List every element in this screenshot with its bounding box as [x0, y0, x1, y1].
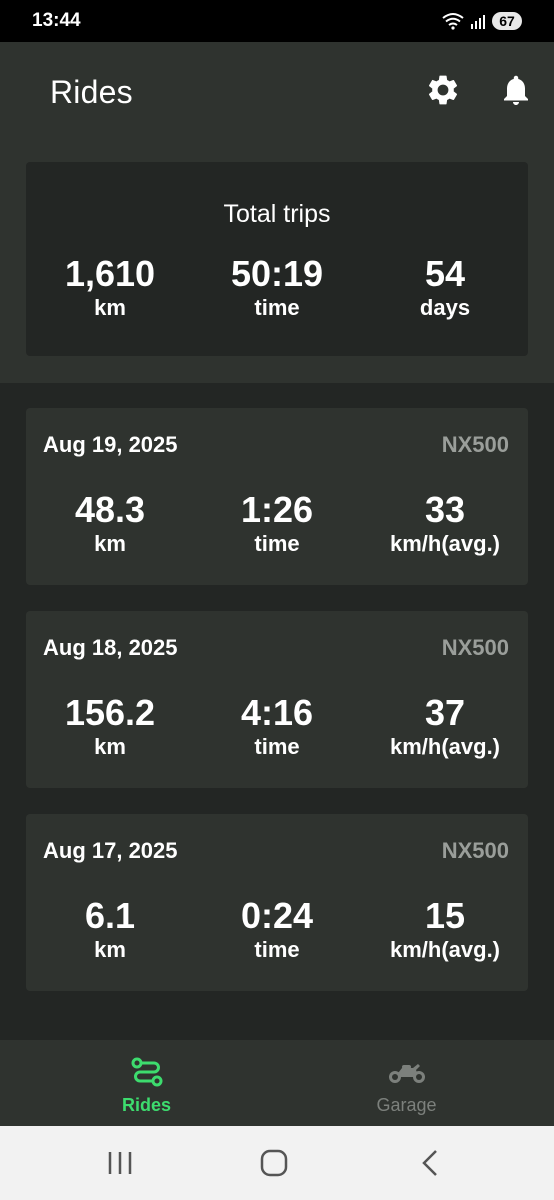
route-icon — [131, 1057, 162, 1087]
page-title: Rides — [50, 74, 133, 110]
ride-time-stat: 0:24 time — [193, 896, 361, 964]
ride-speed-stat: 15 km/h(avg.) — [361, 896, 529, 964]
ride-time-stat: 4:16 time — [193, 693, 361, 761]
stat-label: days — [419, 295, 471, 320]
nav-item-garage[interactable]: Garage — [268, 1040, 545, 1126]
ride-speed-stat: 33 km/h(avg.) — [361, 490, 529, 558]
stat-value: 37 — [424, 692, 466, 733]
ride-date: Aug 19, 2025 — [43, 432, 178, 457]
status-bar: 13:44 67 — [0, 0, 554, 42]
total-time-stat: 50:19 time — [193, 254, 361, 322]
stat-value: 156.2 — [64, 692, 156, 733]
stat-value: 54 — [424, 253, 466, 294]
ride-distance-stat: 6.1 km — [26, 896, 194, 964]
stat-value: 1:26 — [240, 489, 314, 530]
ride-distance-stat: 48.3 km — [26, 490, 194, 558]
stat-value: 4:16 — [240, 692, 314, 733]
ride-date: Aug 18, 2025 — [43, 635, 178, 660]
home-icon[interactable] — [254, 1148, 294, 1178]
ride-speed-stat: 37 km/h(avg.) — [361, 693, 529, 761]
ride-card[interactable]: Aug 19, 2025 NX500 48.3 km 1:26 time 33 … — [26, 408, 528, 585]
back-icon[interactable] — [410, 1148, 450, 1178]
nav-label-rides: Rides — [121, 1095, 172, 1115]
motorcycle-icon — [388, 1064, 425, 1083]
signal-icon — [471, 15, 485, 29]
nav-item-rides[interactable]: Rides — [8, 1040, 285, 1126]
gear-icon[interactable] — [425, 72, 461, 108]
bell-icon[interactable] — [498, 72, 534, 108]
stat-label: time — [254, 295, 300, 320]
battery-indicator: 67 — [492, 12, 522, 30]
stat-label: km — [94, 937, 126, 962]
recent-apps-icon[interactable] — [100, 1148, 140, 1178]
total-trips-card: Total trips 1,610 km 50:19 time 54 days — [26, 162, 528, 356]
ride-distance-stat: 156.2 km — [26, 693, 194, 761]
stat-value: 48.3 — [74, 489, 146, 530]
stat-label: km/h(avg.) — [389, 531, 501, 556]
stat-label: time — [254, 734, 300, 759]
nav-label-garage: Garage — [376, 1095, 437, 1115]
stat-value: 1,610 — [64, 253, 156, 294]
stat-value: 0:24 — [240, 895, 314, 936]
ride-card[interactable]: Aug 17, 2025 NX500 6.1 km 0:24 time 15 k… — [26, 814, 528, 991]
header: Rides Total trips 1,610 km 50:19 time 54… — [0, 42, 554, 383]
stat-value: 33 — [424, 489, 466, 530]
total-trips-title: Total trips — [223, 200, 331, 228]
stat-value: 50:19 — [230, 253, 324, 294]
ride-bike: NX500 — [441, 635, 509, 660]
wifi-icon — [442, 13, 464, 30]
status-time: 13:44 — [32, 10, 81, 31]
total-days-stat: 54 days — [361, 254, 529, 322]
stat-label: km/h(avg.) — [389, 734, 501, 759]
stat-label: km — [94, 295, 126, 320]
stat-value: 15 — [424, 895, 466, 936]
system-navigation-bar — [0, 1126, 554, 1200]
ride-date: Aug 17, 2025 — [43, 838, 178, 863]
status-icons: 67 — [442, 12, 522, 30]
stat-label: km — [94, 531, 126, 556]
ride-time-stat: 1:26 time — [193, 490, 361, 558]
stat-label: time — [254, 531, 300, 556]
stat-label: km/h(avg.) — [389, 937, 501, 962]
ride-bike: NX500 — [441, 432, 509, 457]
bottom-navigation: Rides Garage — [0, 1040, 554, 1126]
stat-label: km — [94, 734, 126, 759]
total-distance-stat: 1,610 km — [26, 254, 194, 322]
ride-bike: NX500 — [441, 838, 509, 863]
stat-value: 6.1 — [84, 895, 136, 936]
ride-card[interactable]: Aug 18, 2025 NX500 156.2 km 4:16 time 37… — [26, 611, 528, 788]
stat-label: time — [254, 937, 300, 962]
